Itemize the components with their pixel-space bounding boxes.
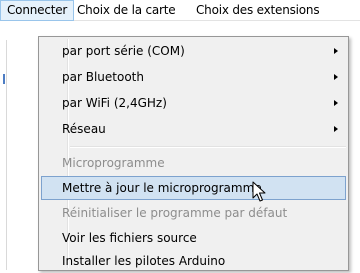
menu-item-microprogramme: Microprogramme bbox=[41, 151, 346, 175]
menu-item-label: Voir les fichiers source bbox=[62, 231, 197, 245]
menu-choix-des-extensions[interactable]: Choix des extensions bbox=[190, 1, 325, 19]
menu-item-label: Installer les pilotes Arduino bbox=[62, 254, 226, 268]
menu-bar: Connecter Choix de la carte Choix des ex… bbox=[0, 0, 360, 21]
menu-item-label: Réseau bbox=[62, 122, 106, 136]
menu-item-label: Microprogramme bbox=[62, 156, 165, 170]
menu-item-installer-pilotes[interactable]: Installer les pilotes Arduino bbox=[41, 249, 346, 273]
menu-item-label: par Bluetooth bbox=[62, 70, 144, 84]
menu-connecter[interactable]: Connecter bbox=[0, 0, 75, 21]
menu-item-mettre-a-jour[interactable]: Mettre à jour le microprogramme bbox=[41, 176, 346, 200]
menu-item-label: par WiFi (2,4GHz) bbox=[62, 96, 167, 110]
menu-choix-de-la-carte[interactable]: Choix de la carte bbox=[71, 1, 181, 19]
chevron-right-icon bbox=[334, 126, 338, 132]
menu-item-reinitialiser: Réinitialiser le programme par défaut bbox=[41, 201, 346, 225]
menu-item-label: Mettre à jour le microprogramme bbox=[62, 181, 262, 195]
background-window-edge bbox=[0, 40, 7, 270]
background-accent bbox=[3, 74, 5, 84]
connecter-dropdown-menu: par port série (COM) par Bluetooth par W… bbox=[38, 36, 349, 271]
menu-item-label: par port série (COM) bbox=[62, 44, 185, 58]
menu-item-reseau[interactable]: Réseau bbox=[41, 117, 346, 141]
menu-item-label: Réinitialiser le programme par défaut bbox=[62, 206, 288, 220]
chevron-right-icon bbox=[334, 74, 338, 80]
menu-item-port-serie[interactable]: par port série (COM) bbox=[41, 39, 346, 63]
menu-separator bbox=[70, 146, 346, 148]
menu-item-wifi[interactable]: par WiFi (2,4GHz) bbox=[41, 91, 346, 115]
mouse-pointer-icon bbox=[252, 181, 266, 202]
menu-item-voir-fichiers-source[interactable]: Voir les fichiers source bbox=[41, 226, 346, 250]
menu-item-bluetooth[interactable]: par Bluetooth bbox=[41, 65, 346, 89]
chevron-right-icon bbox=[334, 100, 338, 106]
chevron-right-icon bbox=[334, 48, 338, 54]
